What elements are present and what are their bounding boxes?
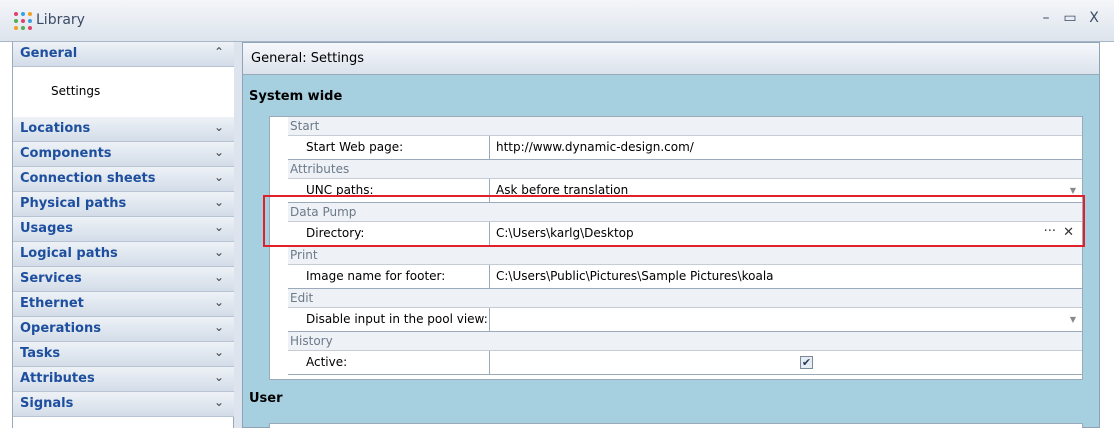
category-attributes[interactable]: Attributes <box>288 160 1082 179</box>
property-name-cell: Start Web page: <box>288 136 490 159</box>
category-print[interactable]: Print <box>288 246 1082 265</box>
user-property-grid <box>269 423 1083 428</box>
accordion-panel-general: Settings <box>13 67 234 117</box>
chevron-down-icon: ⌄ <box>213 195 224 209</box>
property-row-start-web-page[interactable]: Start Web page: http://www.dynamic-desig… <box>288 136 1082 160</box>
property-row-disable-input-pool-view[interactable]: Disable input in the pool view: ▼ <box>288 308 1082 332</box>
accordion-label: Ethernet <box>20 296 84 311</box>
annotation-highlight-box <box>263 195 1085 247</box>
accordion-header-attributes[interactable]: Attributes ⌄ <box>13 367 234 392</box>
accordion-label: Components <box>20 146 112 161</box>
chevron-down-icon: ⌄ <box>213 145 224 159</box>
property-name: Start Web page: <box>306 140 404 154</box>
accordion-header-components[interactable]: Components ⌄ <box>13 142 234 167</box>
accordion-header-tasks[interactable]: Tasks ⌄ <box>13 342 234 367</box>
property-value[interactable]: http://www.dynamic-design.com/ <box>496 140 694 154</box>
panel-header: General: Settings <box>243 43 1099 75</box>
chevron-down-icon: ⌄ <box>213 395 224 409</box>
accordion-label: Tasks <box>20 346 61 361</box>
window-title: Library <box>36 12 85 28</box>
chevron-down-icon: ⌄ <box>213 245 224 259</box>
close-button[interactable]: X <box>1084 10 1104 26</box>
accordion-label: Logical paths <box>20 246 118 261</box>
active-checkbox[interactable]: ✔ <box>800 356 813 369</box>
accordion-header-connection-sheets[interactable]: Connection sheets ⌄ <box>13 167 234 192</box>
accordion-header-operations[interactable]: Operations ⌄ <box>13 317 234 342</box>
accordion-header-general[interactable]: General ⌃ <box>13 42 234 67</box>
chevron-down-icon: ⌄ <box>213 370 224 384</box>
nav-item-settings[interactable]: Settings <box>51 84 100 98</box>
dropdown-arrow-icon[interactable]: ▼ <box>1070 315 1076 324</box>
section-title-user: User <box>249 391 283 406</box>
accordion-header-ethernet[interactable]: Ethernet ⌄ <box>13 292 234 317</box>
accordion-header-usages[interactable]: Usages ⌄ <box>13 217 234 242</box>
property-name: Active: <box>306 355 348 369</box>
title-bar: Library – ▭ X <box>0 0 1114 42</box>
category-label: Start <box>290 119 320 133</box>
app-logo-icon <box>14 12 32 30</box>
property-row-image-name-footer[interactable]: Image name for footer: C:\Users\Public\P… <box>288 265 1082 289</box>
accordion-label: Operations <box>20 321 101 336</box>
accordion-label: Services <box>20 271 82 286</box>
category-start[interactable]: Start <box>288 117 1082 136</box>
chevron-down-icon: ⌄ <box>213 120 224 134</box>
property-name-cell: Active: <box>288 351 490 374</box>
maximize-button[interactable]: ▭ <box>1060 10 1080 26</box>
property-value[interactable]: C:\Users\Public\Pictures\Sample Pictures… <box>496 269 774 283</box>
chevron-down-icon: ⌄ <box>213 270 224 284</box>
category-label: Print <box>290 248 318 262</box>
property-name: Image name for footer: <box>306 269 446 283</box>
chevron-down-icon: ⌄ <box>213 320 224 334</box>
category-edit[interactable]: Edit <box>288 289 1082 308</box>
property-name: Disable input in the pool view: <box>306 312 488 326</box>
category-label: Attributes <box>290 162 350 176</box>
chevron-down-icon: ⌄ <box>213 345 224 359</box>
category-label: History <box>290 334 333 348</box>
accordion-label: Signals <box>20 396 74 411</box>
chevron-down-icon: ⌄ <box>213 170 224 184</box>
property-row-active[interactable]: Active: ✔ <box>288 351 1082 375</box>
category-label: Edit <box>290 291 314 305</box>
navigation-accordion: General ⌃ Settings Locations ⌄ Components… <box>12 42 234 428</box>
chevron-down-icon: ⌄ <box>213 295 224 309</box>
property-name-cell: Image name for footer: <box>288 265 490 288</box>
section-title-system-wide: System wide <box>249 89 343 104</box>
chevron-down-icon: ⌄ <box>213 220 224 234</box>
accordion-header-signals[interactable]: Signals ⌄ <box>13 392 234 417</box>
category-history[interactable]: History <box>288 332 1082 351</box>
property-grid: Start Start Web page: http://www.dynamic… <box>269 116 1083 380</box>
accordion-header-physical-paths[interactable]: Physical paths ⌄ <box>13 192 234 217</box>
accordion-label: Locations <box>20 121 91 136</box>
panel-title: General: Settings <box>251 51 365 66</box>
property-name-cell: Disable input in the pool view: <box>288 308 490 331</box>
accordion-label: General <box>20 46 78 61</box>
splitter[interactable] <box>234 42 242 428</box>
accordion-label: Attributes <box>20 371 95 386</box>
accordion-label: Connection sheets <box>20 171 156 186</box>
dropdown-arrow-icon[interactable]: ▼ <box>1070 186 1076 195</box>
accordion-label: Physical paths <box>20 196 127 211</box>
minimize-button[interactable]: – <box>1036 10 1056 26</box>
accordion-header-logical-paths[interactable]: Logical paths ⌄ <box>13 242 234 267</box>
accordion-header-services[interactable]: Services ⌄ <box>13 267 234 292</box>
accordion-header-locations[interactable]: Locations ⌄ <box>13 117 234 142</box>
accordion-label: Usages <box>20 221 73 236</box>
chevron-up-icon: ⌃ <box>213 45 224 59</box>
